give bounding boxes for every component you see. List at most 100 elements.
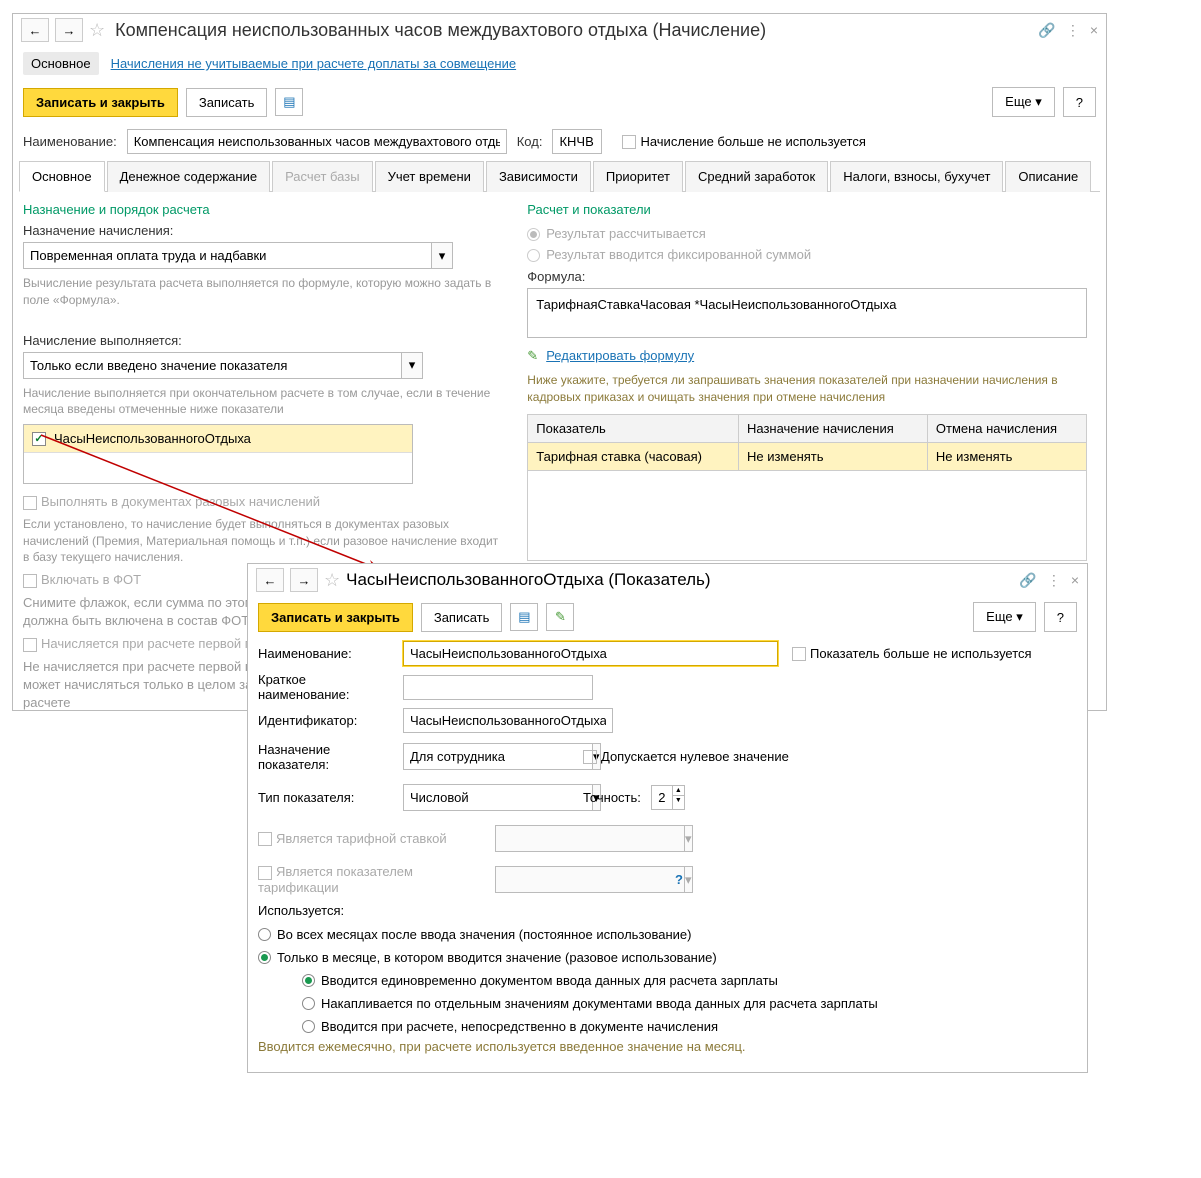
tab-avg[interactable]: Средний заработок xyxy=(685,161,828,192)
name-label: Наименование: xyxy=(23,134,117,149)
save-button[interactable]: Записать xyxy=(421,603,503,632)
tabs: Основное Денежное содержание Расчет базы… xyxy=(19,160,1100,192)
usage-perm-radio[interactable] xyxy=(258,928,271,941)
result-calc-radio xyxy=(527,228,540,241)
star-icon[interactable]: ☆ xyxy=(324,570,340,591)
toolbar: Записать и закрыть Записать ▤ Еще ▾ ? xyxy=(13,81,1106,123)
result-fixed-radio xyxy=(527,249,540,262)
chevron-down-icon[interactable]: ▾ xyxy=(431,242,453,269)
chevron-down-icon: ▾ xyxy=(684,825,693,852)
window-title: Компенсация неиспользованных часов между… xyxy=(115,20,766,41)
not-used-label: Начисление больше не используется xyxy=(640,134,865,149)
save-close-button[interactable]: Записать и закрыть xyxy=(23,88,178,117)
grid-empty xyxy=(527,471,1087,561)
left-heading: Назначение и порядок расчета xyxy=(23,202,507,217)
tab-deps[interactable]: Зависимости xyxy=(486,161,591,192)
usage-once-radio[interactable] xyxy=(258,951,271,964)
close-icon[interactable]: × xyxy=(1071,572,1079,588)
step-up[interactable]: ▲ xyxy=(673,786,684,795)
oneoff-checkbox xyxy=(23,496,37,510)
th-assign: Назначение начисления xyxy=(738,414,927,442)
indicators-grid[interactable]: ПоказательНазначение начисленияОтмена на… xyxy=(527,414,1087,471)
subnav-main[interactable]: Основное xyxy=(23,52,99,75)
titlebar: ← → ☆ Компенсация неиспользованных часов… xyxy=(13,14,1106,46)
formula-text[interactable]: ТарифнаяСтавкаЧасовая *ЧасыНеиспользован… xyxy=(527,288,1087,338)
wand-icon-button[interactable]: ✎ xyxy=(546,603,574,631)
list-icon: ▤ xyxy=(283,94,295,110)
tab-money[interactable]: Денежное содержание xyxy=(107,161,270,192)
back-button[interactable]: ← xyxy=(256,568,284,592)
popup-titlebar: ← → ☆ ЧасыНеиспользованногоОтдыха (Показ… xyxy=(248,564,1087,596)
step-down[interactable]: ▼ xyxy=(673,795,684,805)
tab-priority[interactable]: Приоритет xyxy=(593,161,683,192)
edit-formula-link[interactable]: Редактировать формулу xyxy=(546,348,694,363)
more-icon[interactable]: ⋮ xyxy=(1066,22,1080,39)
help-indicators: Ниже укажите, требуется ли запрашивать з… xyxy=(527,372,1096,406)
help-button[interactable]: ? xyxy=(1044,602,1077,632)
header-fields: Наименование: Код: Начисление больше не … xyxy=(13,123,1106,160)
chevron-down-icon[interactable]: ▾ xyxy=(401,352,423,379)
code-label: Код: xyxy=(517,134,543,149)
help-exec: Начисление выполняется при окончательном… xyxy=(23,385,507,419)
list-icon: ▤ xyxy=(518,609,530,625)
purpose-label: Назначение показателя: xyxy=(258,742,393,772)
forward-button[interactable]: → xyxy=(55,18,83,42)
fot-checkbox xyxy=(23,574,37,588)
more-icon[interactable]: ⋮ xyxy=(1047,572,1061,589)
link-icon[interactable]: 🔗 xyxy=(1019,572,1036,589)
not-used-checkbox[interactable] xyxy=(792,647,806,661)
name-input[interactable] xyxy=(403,641,778,666)
purpose-select[interactable] xyxy=(403,743,592,770)
arrow-annotation xyxy=(36,430,396,580)
purpose-select[interactable] xyxy=(23,242,431,269)
link-icon[interactable]: 🔗 xyxy=(1038,22,1055,39)
subnav: Основное Начисления не учитываемые при р… xyxy=(13,46,1106,81)
star-icon[interactable]: ☆ xyxy=(89,20,105,41)
tab-tax[interactable]: Налоги, взносы, бухучет xyxy=(830,161,1003,192)
wand-icon: ✎ xyxy=(555,609,566,625)
more-button[interactable]: Еще ▾ xyxy=(973,602,1036,632)
exec-select[interactable] xyxy=(23,352,401,379)
tariff2-select xyxy=(495,866,684,893)
id-label: Идентификатор: xyxy=(258,713,393,728)
more-button[interactable]: Еще ▾ xyxy=(992,87,1055,117)
popup-toolbar: Записать и закрыть Записать ▤ ✎ Еще ▾ ? xyxy=(248,596,1087,638)
precision-label: Точность: xyxy=(583,790,641,805)
forward-button[interactable]: → xyxy=(290,568,318,592)
code-input[interactable] xyxy=(552,129,602,154)
sub-accum-radio[interactable] xyxy=(302,997,315,1010)
list-icon-button[interactable]: ▤ xyxy=(510,603,538,631)
right-heading: Расчет и показатели xyxy=(527,202,1096,217)
tab-main[interactable]: Основное xyxy=(19,161,105,192)
tab-desc[interactable]: Описание xyxy=(1005,161,1091,192)
sub-once-doc-radio[interactable] xyxy=(302,974,315,987)
help-button[interactable]: ? xyxy=(1063,87,1096,117)
subnav-link[interactable]: Начисления не учитываемые при расчете до… xyxy=(111,52,517,75)
precision-input[interactable] xyxy=(651,785,673,810)
th-cancel: Отмена начисления xyxy=(927,414,1086,442)
type-label: Тип показателя: xyxy=(258,790,393,805)
id-input[interactable] xyxy=(403,708,613,733)
sub-calc-radio[interactable] xyxy=(302,1020,315,1033)
table-row[interactable]: Тарифная ставка (часовая)Не изменятьНе и… xyxy=(528,442,1087,470)
not-used-checkbox[interactable] xyxy=(622,135,636,149)
close-icon[interactable]: × xyxy=(1090,22,1098,38)
type-select[interactable] xyxy=(403,784,592,811)
name-input[interactable] xyxy=(127,129,507,154)
zero-checkbox[interactable] xyxy=(583,750,597,764)
firsthalf-checkbox xyxy=(23,638,37,652)
save-button[interactable]: Записать xyxy=(186,88,268,117)
th-indicator: Показатель xyxy=(528,414,739,442)
tab-time[interactable]: Учет времени xyxy=(375,161,484,192)
help-icon[interactable]: ? xyxy=(675,872,683,887)
save-close-button[interactable]: Записать и закрыть xyxy=(258,603,413,632)
back-button[interactable]: ← xyxy=(21,18,49,42)
short-input[interactable] xyxy=(403,675,593,700)
short-label: Краткое наименование: xyxy=(258,672,393,702)
chevron-down-icon: ▾ xyxy=(684,866,693,893)
list-icon-button[interactable]: ▤ xyxy=(275,88,303,116)
tariff-checkbox xyxy=(258,832,272,846)
help-formula: Вычисление результата расчета выполняетс… xyxy=(23,275,507,309)
pencil-icon: ✎ xyxy=(527,348,538,363)
tab-base[interactable]: Расчет базы xyxy=(272,161,373,192)
